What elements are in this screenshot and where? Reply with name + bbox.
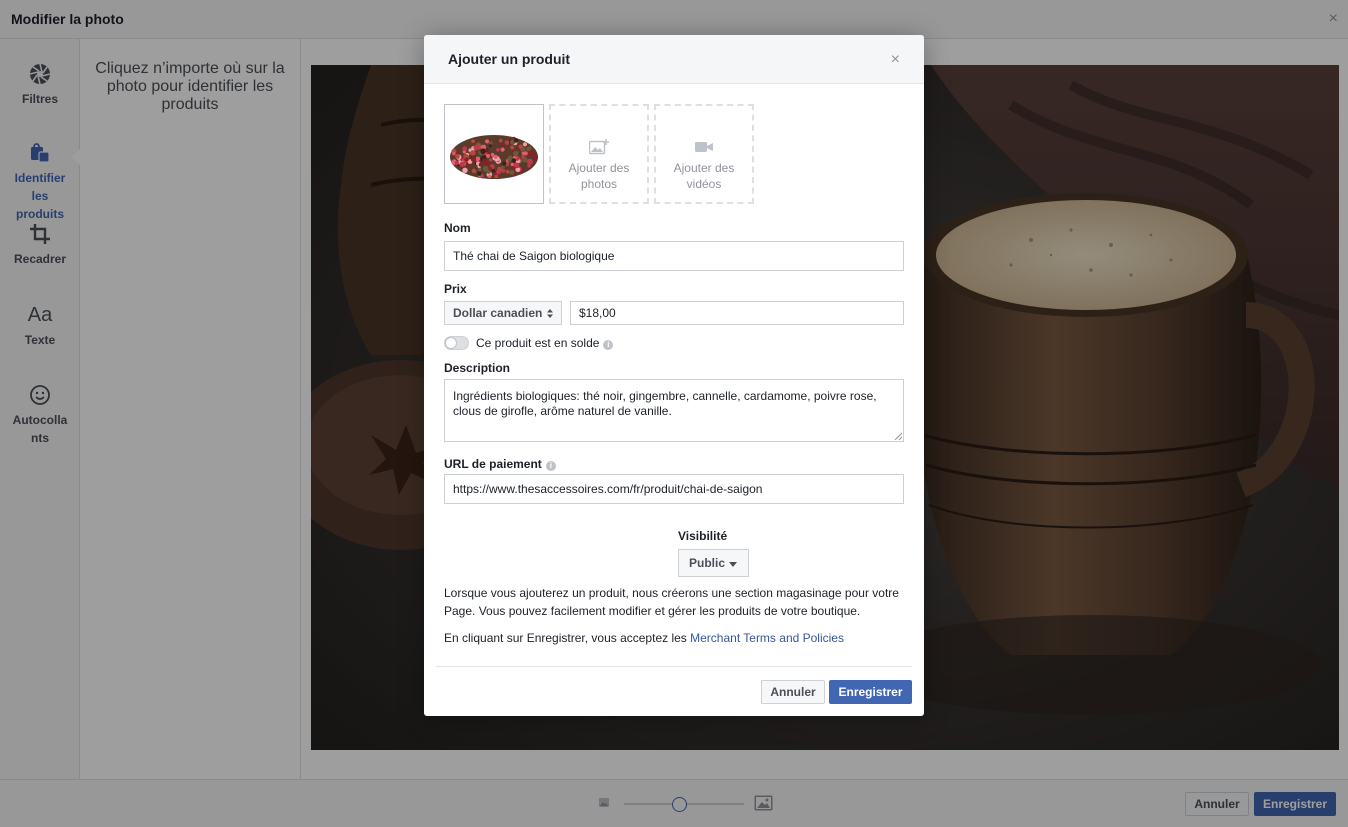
dialog-header: Ajouter un produit × [424,35,924,84]
currency-value: Dollar canadien [453,306,543,320]
merchant-terms-link[interactable]: Merchant Terms and Policies [690,631,844,645]
info-icon[interactable]: i [603,340,614,350]
payment-url-input[interactable]: https://www.thesaccessoires.com/fr/produ… [444,474,904,504]
price-input[interactable]: $18,00 [570,301,904,325]
payment-url-label: URL de paiement i [444,457,556,471]
toggle-knob [445,337,457,349]
dialog-cancel-button[interactable]: Annuler [761,680,825,704]
peppercorn-mix-image [445,105,543,203]
product-name-input[interactable]: Thé chai de Saigon biologique [444,241,904,271]
visibility-dropdown[interactable]: Public [678,549,749,577]
product-image-thumbnail[interactable] [444,104,544,204]
terms-prefix: En cliquant sur Enregistrer, vous accept… [444,631,691,645]
description-textarea[interactable]: Ingrédients biologiques: thé noir, ginge… [444,379,904,442]
add-photos-button[interactable]: Ajouter des photos [549,104,649,204]
dialog-title: Ajouter un produit [448,51,571,67]
name-label: Nom [444,221,471,235]
payment-url-label-text: URL de paiement [444,457,542,471]
add-photo-icon [589,139,609,155]
price-label: Prix [444,282,467,296]
visibility-value: Public [689,556,726,570]
add-videos-label: Ajouter des vidéos [673,161,735,191]
dialog-close-icon[interactable]: × [891,51,900,69]
on-sale-toggle[interactable] [444,336,469,350]
footer-divider [436,666,912,667]
add-photos-label: Ajouter des photos [568,161,630,191]
video-camera-icon [695,142,713,152]
currency-select[interactable]: Dollar canadien [444,301,562,325]
shop-notice-text: Lorsque vous ajouterez un produit, nous … [444,586,899,618]
on-sale-label: Ce produit est en solde i [476,336,614,350]
visibility-label: Visibilité [678,529,728,543]
add-product-dialog: Ajouter un produit × Ajouter des photos … [424,35,924,716]
resize-grip-icon[interactable] [894,432,902,440]
info-icon[interactable]: i [545,461,556,471]
terms-text: En cliquant sur Enregistrer, vous accept… [444,629,909,647]
on-sale-label-text: Ce produit est en solde [476,336,600,350]
add-videos-button[interactable]: Ajouter des vidéos [654,104,754,204]
caret-down-icon [729,562,737,567]
select-arrows-icon [547,309,553,318]
dialog-save-button[interactable]: Enregistrer [829,680,912,704]
description-text: Ingrédients biologiques: thé noir, ginge… [453,389,877,418]
description-label: Description [444,361,511,375]
